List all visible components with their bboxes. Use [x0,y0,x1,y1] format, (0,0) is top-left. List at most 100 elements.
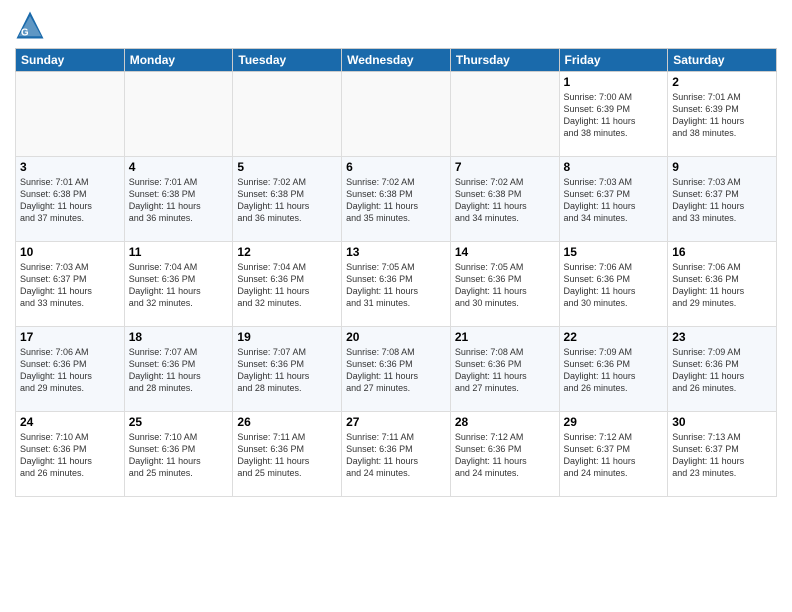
calendar-cell: 25Sunrise: 7:10 AMSunset: 6:36 PMDayligh… [124,412,233,497]
calendar-cell: 11 Sunrise: 7:04 AMSunset: 6:36 PMDayligh… [124,242,233,327]
svg-text:G: G [21,28,29,39]
day-number: 17 [20,330,120,344]
day-number: 27 [346,415,446,429]
day-number: 2 [672,75,772,89]
day-info: Sunrise: 7:04 AMSunset: 6:36 PMDaylight:… [237,261,337,310]
day-info: Sunrise: 7:03 AMSunset: 6:37 PMDaylight:… [20,261,120,310]
day-number: 5 [237,160,337,174]
weekday-header-wednesday: Wednesday [342,49,451,72]
day-number: 13 [346,245,446,259]
day-info: Sunrise: 7:01 AMSunset: 6:38 PMDaylight:… [129,176,229,225]
day-info: Sunrise: 7:02 AMSunset: 6:38 PMDaylight:… [455,176,555,225]
week-row-0: 1 Sunrise: 7:00 AMSunset: 6:39 PMDaylight… [16,72,777,157]
calendar-cell: 26 Sunrise: 7:11 AMSunset: 6:36 PMDayligh… [233,412,342,497]
day-number: 21 [455,330,555,344]
week-row-3: 17 Sunrise: 7:06 AMSunset: 6:36 PMDayligh… [16,327,777,412]
calendar-cell: 28Sunrise: 7:12 AMSunset: 6:36 PMDayligh… [450,412,559,497]
calendar-cell [124,72,233,157]
header: G [15,10,777,40]
day-info: Sunrise: 7:11 AMSunset: 6:36 PMDaylight:… [346,431,446,480]
week-row-4: 24Sunrise: 7:10 AMSunset: 6:36 PMDayligh… [16,412,777,497]
calendar-cell: 3 Sunrise: 7:01 AMSunset: 6:38 PMDaylight… [16,157,125,242]
calendar-cell [233,72,342,157]
calendar-cell: 2 Sunrise: 7:01 AMSunset: 6:39 PMDaylight… [668,72,777,157]
day-number: 29 [564,415,664,429]
logo-icon: G [15,10,45,40]
day-info: Sunrise: 7:03 AMSunset: 6:37 PMDaylight:… [672,176,772,225]
day-info: Sunrise: 7:03 AMSunset: 6:37 PMDaylight:… [564,176,664,225]
calendar: SundayMondayTuesdayWednesdayThursdayFrid… [15,48,777,497]
calendar-cell: 1 Sunrise: 7:00 AMSunset: 6:39 PMDaylight… [559,72,668,157]
day-info: Sunrise: 7:06 AMSunset: 6:36 PMDaylight:… [672,261,772,310]
day-info: Sunrise: 7:13 AMSunset: 6:37 PMDaylight:… [672,431,772,480]
day-info: Sunrise: 7:02 AMSunset: 6:38 PMDaylight:… [237,176,337,225]
calendar-cell: 17 Sunrise: 7:06 AMSunset: 6:36 PMDayligh… [16,327,125,412]
day-number: 10 [20,245,120,259]
calendar-cell: 8 Sunrise: 7:03 AMSunset: 6:37 PMDaylight… [559,157,668,242]
day-number: 9 [672,160,772,174]
calendar-cell: 16Sunrise: 7:06 AMSunset: 6:36 PMDayligh… [668,242,777,327]
calendar-cell: 13Sunrise: 7:05 AMSunset: 6:36 PMDayligh… [342,242,451,327]
day-info: Sunrise: 7:08 AMSunset: 6:36 PMDaylight:… [455,346,555,395]
calendar-cell: 6 Sunrise: 7:02 AMSunset: 6:38 PMDaylight… [342,157,451,242]
day-number: 4 [129,160,229,174]
calendar-cell [16,72,125,157]
day-info: Sunrise: 7:00 AMSunset: 6:39 PMDaylight:… [564,91,664,140]
weekday-header-saturday: Saturday [668,49,777,72]
calendar-cell: 21 Sunrise: 7:08 AMSunset: 6:36 PMDayligh… [450,327,559,412]
calendar-cell [450,72,559,157]
week-row-1: 3 Sunrise: 7:01 AMSunset: 6:38 PMDaylight… [16,157,777,242]
day-info: Sunrise: 7:06 AMSunset: 6:36 PMDaylight:… [564,261,664,310]
calendar-cell: 7 Sunrise: 7:02 AMSunset: 6:38 PMDaylight… [450,157,559,242]
day-number: 20 [346,330,446,344]
day-info: Sunrise: 7:08 AMSunset: 6:36 PMDaylight:… [346,346,446,395]
calendar-cell: 20 Sunrise: 7:08 AMSunset: 6:36 PMDayligh… [342,327,451,412]
calendar-cell: 15Sunrise: 7:06 AMSunset: 6:36 PMDayligh… [559,242,668,327]
calendar-cell [342,72,451,157]
day-number: 14 [455,245,555,259]
weekday-header-tuesday: Tuesday [233,49,342,72]
logo: G [15,10,47,40]
calendar-cell: 9 Sunrise: 7:03 AMSunset: 6:37 PMDaylight… [668,157,777,242]
day-number: 1 [564,75,664,89]
weekday-header-friday: Friday [559,49,668,72]
calendar-cell: 4 Sunrise: 7:01 AMSunset: 6:38 PMDaylight… [124,157,233,242]
day-info: Sunrise: 7:06 AMSunset: 6:36 PMDaylight:… [20,346,120,395]
day-number: 23 [672,330,772,344]
day-number: 6 [346,160,446,174]
calendar-cell: 18 Sunrise: 7:07 AMSunset: 6:36 PMDayligh… [124,327,233,412]
calendar-cell: 24Sunrise: 7:10 AMSunset: 6:36 PMDayligh… [16,412,125,497]
day-info: Sunrise: 7:01 AMSunset: 6:39 PMDaylight:… [672,91,772,140]
weekday-header-thursday: Thursday [450,49,559,72]
day-number: 11 [129,245,229,259]
day-number: 7 [455,160,555,174]
day-info: Sunrise: 7:07 AMSunset: 6:36 PMDaylight:… [237,346,337,395]
day-info: Sunrise: 7:01 AMSunset: 6:38 PMDaylight:… [20,176,120,225]
day-number: 18 [129,330,229,344]
day-info: Sunrise: 7:12 AMSunset: 6:37 PMDaylight:… [564,431,664,480]
day-info: Sunrise: 7:11 AMSunset: 6:36 PMDaylight:… [237,431,337,480]
day-info: Sunrise: 7:02 AMSunset: 6:38 PMDaylight:… [346,176,446,225]
calendar-cell: 29 Sunrise: 7:12 AMSunset: 6:37 PMDayligh… [559,412,668,497]
calendar-cell: 5 Sunrise: 7:02 AMSunset: 6:38 PMDaylight… [233,157,342,242]
calendar-cell: 19Sunrise: 7:07 AMSunset: 6:36 PMDayligh… [233,327,342,412]
day-info: Sunrise: 7:10 AMSunset: 6:36 PMDaylight:… [129,431,229,480]
calendar-cell: 12Sunrise: 7:04 AMSunset: 6:36 PMDayligh… [233,242,342,327]
week-row-2: 10 Sunrise: 7:03 AMSunset: 6:37 PMDayligh… [16,242,777,327]
calendar-cell: 23 Sunrise: 7:09 AMSunset: 6:36 PMDayligh… [668,327,777,412]
calendar-cell: 10 Sunrise: 7:03 AMSunset: 6:37 PMDayligh… [16,242,125,327]
calendar-cell: 27 Sunrise: 7:11 AMSunset: 6:36 PMDayligh… [342,412,451,497]
day-info: Sunrise: 7:09 AMSunset: 6:36 PMDaylight:… [672,346,772,395]
day-number: 8 [564,160,664,174]
day-number: 26 [237,415,337,429]
day-info: Sunrise: 7:05 AMSunset: 6:36 PMDaylight:… [455,261,555,310]
day-number: 30 [672,415,772,429]
day-info: Sunrise: 7:04 AMSunset: 6:36 PMDaylight:… [129,261,229,310]
weekday-header-row: SundayMondayTuesdayWednesdayThursdayFrid… [16,49,777,72]
day-info: Sunrise: 7:07 AMSunset: 6:36 PMDaylight:… [129,346,229,395]
day-number: 22 [564,330,664,344]
day-number: 28 [455,415,555,429]
day-info: Sunrise: 7:10 AMSunset: 6:36 PMDaylight:… [20,431,120,480]
weekday-header-sunday: Sunday [16,49,125,72]
day-number: 3 [20,160,120,174]
